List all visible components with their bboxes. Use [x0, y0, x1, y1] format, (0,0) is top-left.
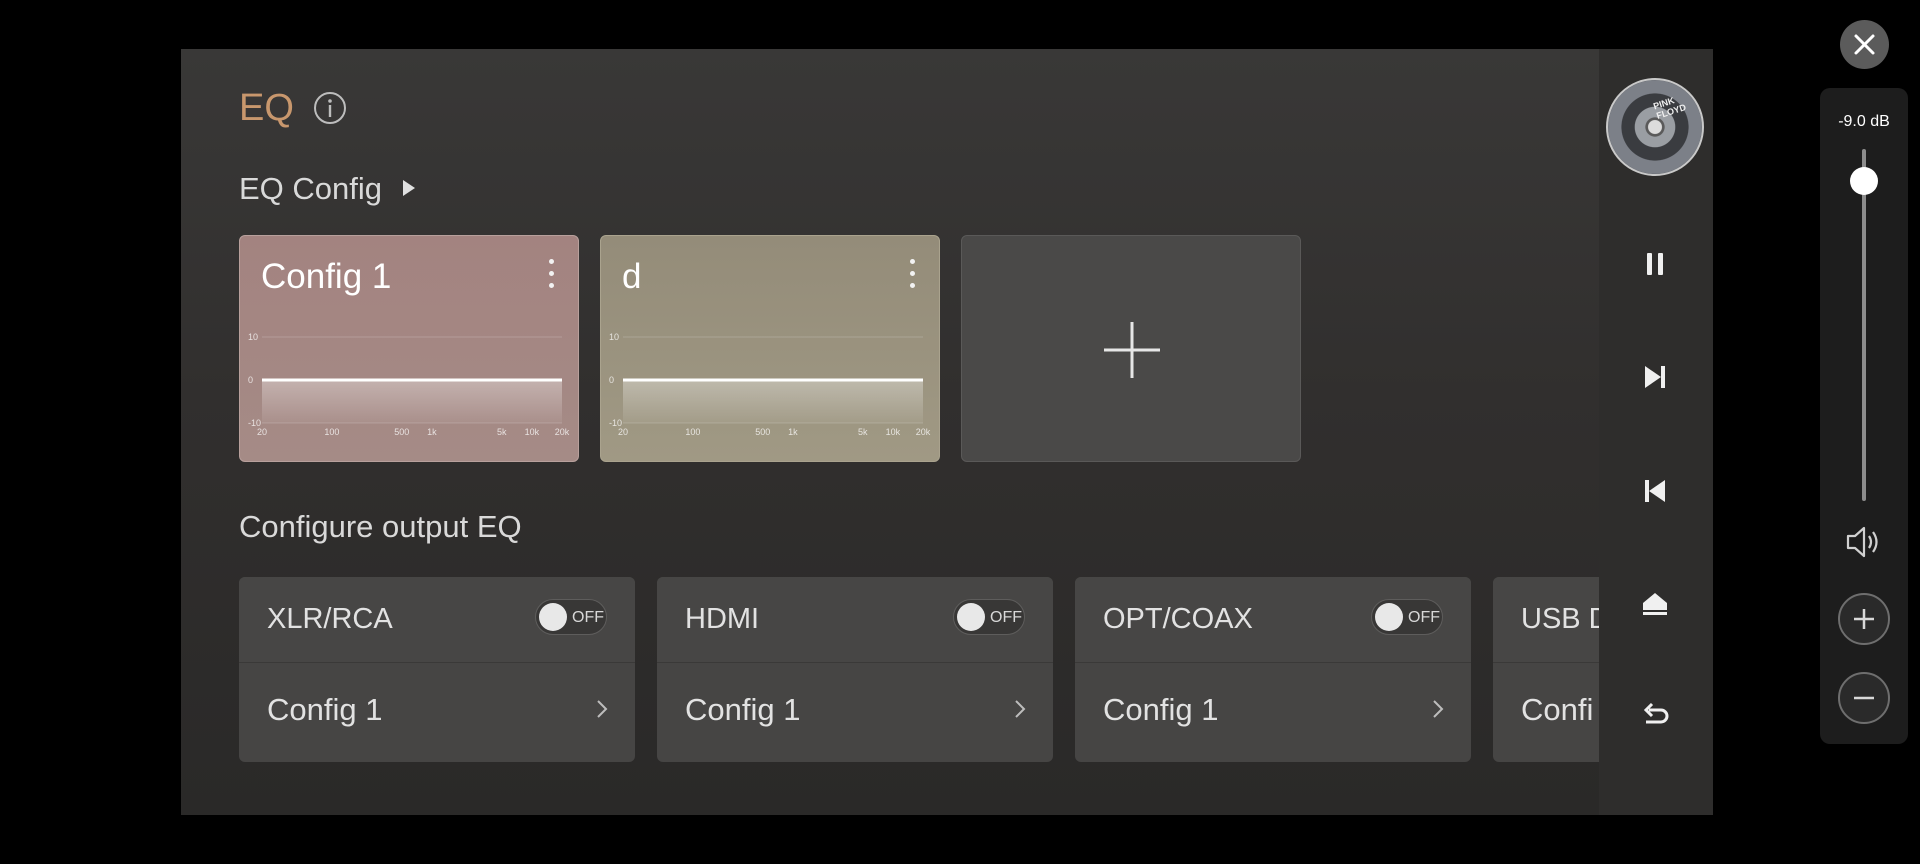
- album-art-label: PINK FLOYD: [1652, 95, 1688, 121]
- plus-icon: [1854, 609, 1874, 629]
- output-name: USB D: [1521, 603, 1599, 635]
- chevron-right-icon[interactable]: [1013, 698, 1027, 720]
- output-card-hdmi: HDMI OFF Config 1: [657, 577, 1053, 762]
- back-icon[interactable]: [1637, 699, 1673, 735]
- skip-previous-icon[interactable]: [1637, 473, 1673, 509]
- y-tick-label: 10: [609, 332, 619, 342]
- eq-config-heading[interactable]: EQ Config: [239, 170, 382, 208]
- output-config-selector[interactable]: Config 1: [685, 691, 800, 729]
- y-tick-label: 0: [248, 375, 253, 385]
- chevron-right-icon[interactable]: [1431, 698, 1445, 720]
- output-name: OPT/COAX: [1103, 603, 1253, 635]
- x-tick-label: 20k: [555, 427, 570, 437]
- output-eq-heading: Configure output EQ: [239, 509, 522, 544]
- album-art[interactable]: PINK FLOYD: [1606, 78, 1704, 176]
- x-tick-label: 20k: [916, 427, 931, 437]
- close-icon: [1854, 34, 1875, 55]
- x-tick-label: 100: [685, 427, 700, 437]
- output-card-usb: USB D Confi: [1493, 577, 1599, 762]
- x-tick-label: 500: [394, 427, 409, 437]
- x-tick-label: 10k: [525, 427, 540, 437]
- skip-next-icon[interactable]: [1637, 359, 1673, 395]
- more-options-icon[interactable]: [907, 256, 917, 292]
- info-icon[interactable]: [313, 91, 347, 125]
- output-config-selector[interactable]: Confi: [1521, 691, 1593, 729]
- x-tick-label: 1k: [788, 427, 798, 437]
- minus-icon: [1854, 696, 1874, 700]
- output-name: XLR/RCA: [267, 603, 393, 635]
- chevron-right-icon[interactable]: [595, 698, 609, 720]
- expand-arrow-icon[interactable]: [401, 178, 417, 198]
- x-tick-label: 100: [324, 427, 339, 437]
- output-eq-toggle[interactable]: OFF: [953, 599, 1025, 635]
- eq-curve-graph: 100-1020 100 500 1k 5k 10k 20k: [248, 332, 570, 437]
- eq-config-card[interactable]: d 10 0 -10 20 100 500 1k 5k 10k 20k: [600, 235, 940, 462]
- y-tick-label: 0: [609, 375, 614, 385]
- output-eq-toggle[interactable]: OFF: [1371, 599, 1443, 635]
- output-config-selector[interactable]: Config 1: [1103, 691, 1218, 729]
- y-tick-label: 10: [248, 332, 258, 342]
- x-tick-label: 1k: [427, 427, 437, 437]
- eq-config-name: Config 1: [261, 257, 392, 296]
- output-card-opt-coax: OPT/COAX OFF Config 1: [1075, 577, 1471, 762]
- add-config-button[interactable]: [961, 235, 1301, 462]
- output-config-selector[interactable]: Config 1: [267, 691, 382, 729]
- output-list[interactable]: XLR/RCA OFF Config 1 HDMI OFF Config 1 O…: [181, 577, 1599, 777]
- more-options-icon[interactable]: [546, 256, 556, 292]
- volume-readout: -9.0 dB: [1838, 113, 1890, 130]
- output-card-xlr-rca: XLR/RCA OFF Config 1: [239, 577, 635, 762]
- x-tick-label: 20: [618, 427, 628, 437]
- toggle-state: OFF: [572, 609, 604, 626]
- speaker-icon[interactable]: [1844, 524, 1884, 560]
- volume-panel: -9.0 dB: [1820, 88, 1908, 744]
- x-tick-label: 5k: [858, 427, 868, 437]
- page-title: EQ: [239, 87, 294, 129]
- home-icon[interactable]: [1637, 586, 1673, 622]
- eq-config-name: d: [622, 257, 642, 296]
- x-tick-label: 10k: [886, 427, 901, 437]
- eq-config-card[interactable]: Config 1 10 0 -10 20 100 500 1k 5k 10k 20k: [239, 235, 579, 462]
- eq-screen: EQ EQ Config Config 1 10 0 -10 20 100 500 1k 5k…: [181, 49, 1713, 815]
- toggle-state: OFF: [990, 609, 1022, 626]
- eq-curve-fill: [262, 380, 562, 423]
- toggle-knob: [539, 603, 567, 631]
- x-tick-label: 500: [755, 427, 770, 437]
- x-tick-label: 5k: [497, 427, 507, 437]
- toggle-knob: [1375, 603, 1403, 631]
- volume-down-button[interactable]: [1838, 672, 1890, 724]
- x-tick-label: 20: [257, 427, 267, 437]
- volume-slider-track[interactable]: [1862, 149, 1866, 501]
- toggle-state: OFF: [1408, 609, 1440, 626]
- output-eq-toggle[interactable]: OFF: [535, 599, 607, 635]
- plus-icon: [1104, 322, 1160, 378]
- eq-curve-fill: [623, 380, 923, 423]
- close-button[interactable]: [1840, 20, 1889, 69]
- toggle-knob: [957, 603, 985, 631]
- volume-slider-thumb[interactable]: [1850, 166, 1878, 195]
- volume-up-button[interactable]: [1838, 593, 1890, 645]
- output-name: HDMI: [685, 603, 760, 635]
- eq-curve-graph: 100-1020 100 500 1k 5k 10k 20k: [609, 332, 931, 437]
- pause-icon[interactable]: [1637, 246, 1673, 282]
